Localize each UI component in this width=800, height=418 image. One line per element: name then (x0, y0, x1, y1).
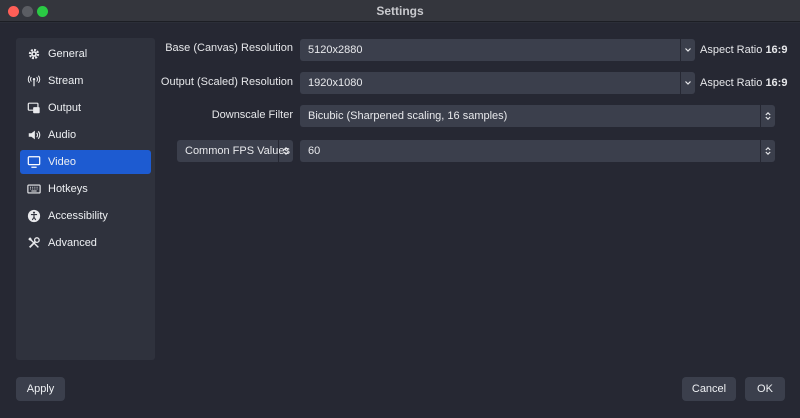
chevron-down-icon[interactable] (680, 72, 695, 94)
speaker-icon (20, 123, 48, 147)
sidebar-item-hotkeys[interactable]: Hotkeys (20, 177, 151, 201)
sidebar-item-label: Accessibility (48, 210, 108, 222)
base-resolution-value: 5120x2880 (308, 44, 363, 56)
up-down-chevron-icon[interactable] (278, 140, 293, 162)
apply-button[interactable]: Apply (16, 377, 65, 401)
output-aspect-ratio: Aspect Ratio 16:9 (700, 77, 788, 89)
base-aspect-value: 16:9 (765, 44, 788, 56)
downscale-filter-label: Downscale Filter (211, 109, 293, 121)
output-resolution-value: 1920x1080 (308, 77, 363, 89)
window-title: Settings (376, 4, 424, 18)
accessibility-icon (20, 204, 48, 228)
downscale-filter-value: Bicubic (Sharpened scaling, 16 samples) (308, 110, 508, 122)
ok-button[interactable]: OK (745, 377, 785, 401)
title-bar: Settings (0, 0, 800, 22)
base-resolution-combobox[interactable]: 5120x2880 (300, 39, 695, 61)
fps-value-select[interactable]: 60 (300, 140, 775, 162)
sidebar-item-label: Audio (48, 129, 77, 141)
sidebar-item-accessibility[interactable]: Accessibility (20, 204, 151, 228)
chevron-down-icon[interactable] (680, 39, 695, 61)
up-down-chevron-icon[interactable] (760, 105, 775, 127)
base-resolution-label: Base (Canvas) Resolution (165, 42, 293, 54)
monitor-icon (20, 150, 48, 174)
settings-content: General Stream Output Audio Video Hotkey… (0, 23, 800, 418)
sidebar-item-label: Video (48, 156, 76, 168)
sidebar-item-audio[interactable]: Audio (20, 123, 151, 147)
cancel-button[interactable]: Cancel (682, 377, 736, 401)
tools-icon (20, 231, 48, 255)
fps-type-select[interactable]: Common FPS Values (177, 140, 293, 162)
downscale-filter-select[interactable]: Bicubic (Sharpened scaling, 16 samples) (300, 105, 775, 127)
sidebar-item-label: Advanced (48, 237, 97, 249)
up-down-chevron-icon[interactable] (760, 140, 775, 162)
sidebar-item-advanced[interactable]: Advanced (20, 231, 151, 255)
sidebar-item-label: Hotkeys (48, 183, 88, 195)
output-resolution-combobox[interactable]: 1920x1080 (300, 72, 695, 94)
output-aspect-value: 16:9 (765, 77, 788, 89)
base-aspect-ratio: Aspect Ratio 16:9 (700, 44, 788, 56)
keyboard-icon (20, 177, 48, 201)
output-resolution-label: Output (Scaled) Resolution (160, 76, 293, 88)
fps-type-value: Common FPS Values (185, 145, 290, 157)
sidebar-item-video[interactable]: Video (20, 150, 151, 174)
fps-value: 60 (308, 145, 321, 157)
